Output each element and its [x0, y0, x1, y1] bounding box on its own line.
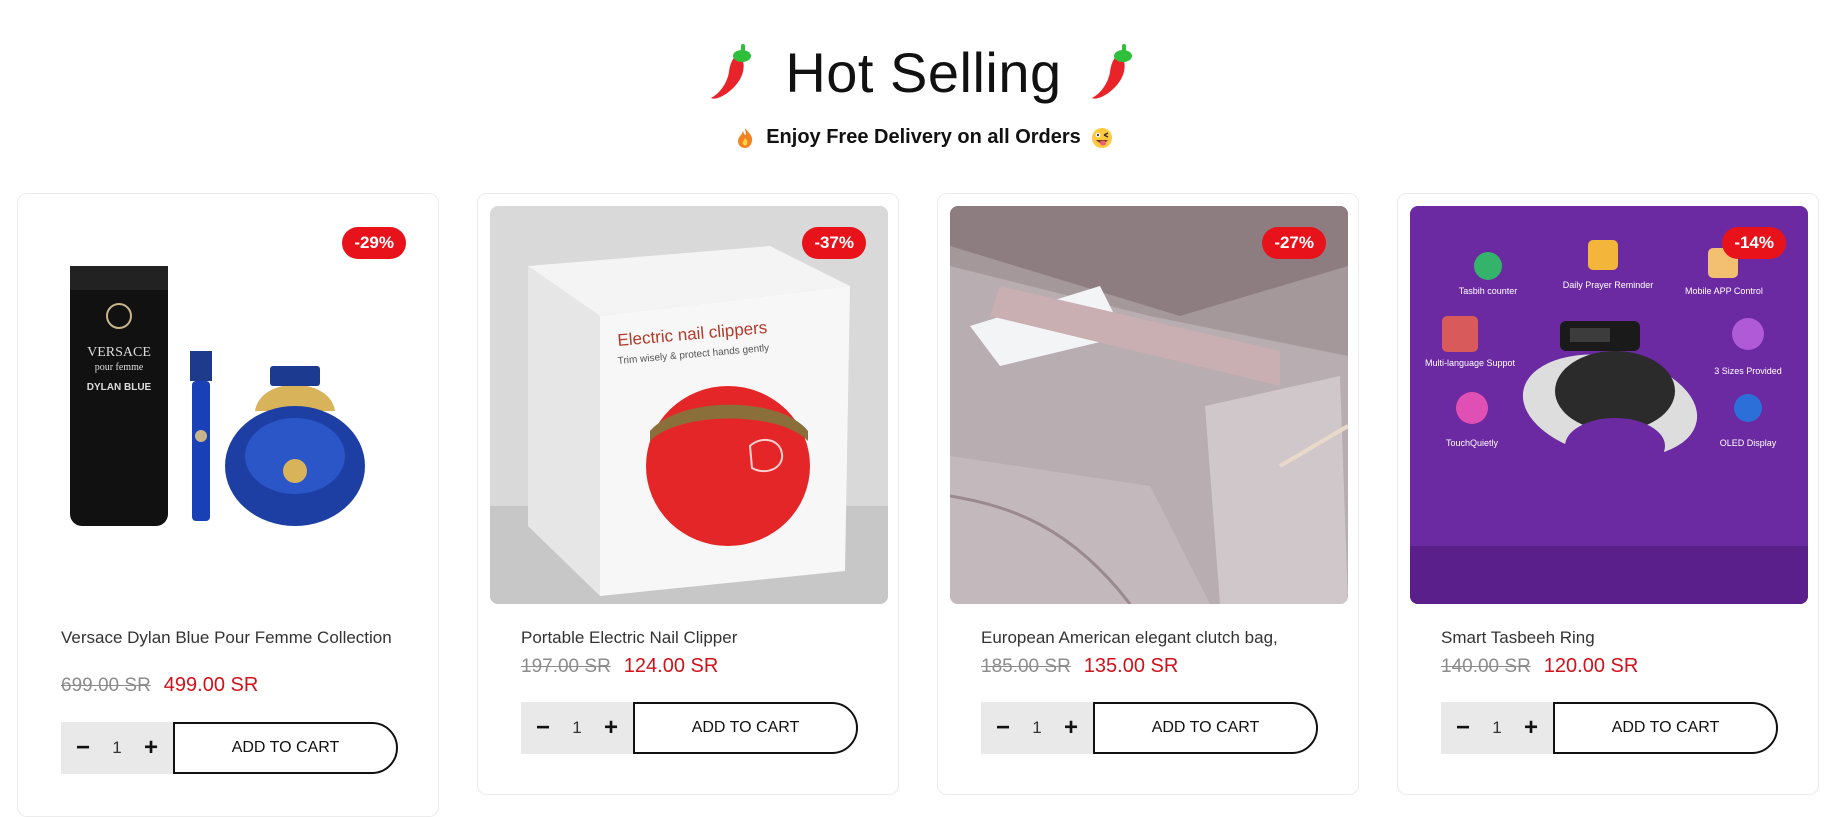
- quantity-stepper: − 1 +: [521, 702, 633, 754]
- product-name[interactable]: Portable Electric Nail Clipper: [521, 627, 861, 648]
- product-image[interactable]: Electric nail clippers Trim wisely & pro…: [490, 206, 888, 604]
- add-to-cart-button[interactable]: ADD TO CART: [173, 722, 398, 774]
- tasbeeh-ring-image: Tasbih counter Daily Prayer Reminder Mob…: [1410, 206, 1808, 604]
- price-row: 140.00 SR 120.00 SR: [1441, 655, 1638, 678]
- plus-icon[interactable]: +: [1059, 714, 1083, 742]
- quantity-value[interactable]: 1: [1492, 718, 1501, 738]
- feature-text: Multi-language Suppot: [1425, 358, 1516, 368]
- add-to-cart-button[interactable]: ADD TO CART: [633, 702, 858, 754]
- product-card[interactable]: Tasbih counter Daily Prayer Reminder Mob…: [1397, 193, 1819, 795]
- feature-text: Daily Prayer Reminder: [1563, 280, 1654, 290]
- title-row: Hot Selling: [0, 40, 1847, 105]
- minus-icon[interactable]: −: [71, 734, 95, 762]
- product-card[interactable]: Electric nail clippers Trim wisely & pro…: [477, 193, 899, 795]
- quantity-value[interactable]: 1: [1032, 718, 1041, 738]
- nail-clipper-image: Electric nail clippers Trim wisely & pro…: [490, 206, 888, 604]
- minus-icon[interactable]: −: [1451, 714, 1475, 742]
- page-title: Hot Selling: [785, 41, 1062, 104]
- old-price: 185.00 SR: [981, 656, 1071, 677]
- discount-badge: -29%: [342, 227, 406, 259]
- brand-subtext: pour femme: [95, 362, 144, 373]
- section-header: Hot Selling Enjoy Free Delivery on all O…: [0, 0, 1847, 185]
- discount-badge: -27%: [1262, 227, 1326, 259]
- tongue-emoji-icon: [1091, 127, 1112, 148]
- product-image[interactable]: [950, 206, 1348, 604]
- quantity-stepper: − 1 +: [1441, 702, 1553, 754]
- old-price: 699.00 SR: [61, 675, 151, 696]
- feature-text: Mobile APP Control: [1685, 286, 1763, 296]
- chili-pepper-icon: [711, 43, 752, 99]
- chili-pepper-icon: [1091, 43, 1132, 99]
- sale-price: 124.00 SR: [623, 655, 719, 677]
- plus-icon[interactable]: +: [599, 714, 623, 742]
- sale-price: 499.00 SR: [163, 674, 259, 696]
- flame-icon: [738, 127, 753, 148]
- feature-text: 3 Sizes Provided: [1714, 366, 1782, 376]
- discount-badge: -37%: [802, 227, 866, 259]
- perfume-set-image: VERSACE pour femme DYLAN BLUE: [30, 206, 428, 604]
- price-row: 185.00 SR 135.00 SR: [981, 655, 1178, 678]
- old-price: 197.00 SR: [521, 656, 611, 677]
- sale-price: 135.00 SR: [1083, 655, 1179, 677]
- quantity-stepper: − 1 +: [981, 702, 1093, 754]
- quantity-stepper: − 1 +: [61, 722, 173, 774]
- clutch-bag-image: [950, 206, 1348, 604]
- minus-icon[interactable]: −: [991, 714, 1015, 742]
- product-card[interactable]: VERSACE pour femme DYLAN BLUE -29% Versa…: [17, 193, 439, 817]
- product-line-text: DYLAN BLUE: [87, 382, 152, 393]
- product-image[interactable]: VERSACE pour femme DYLAN BLUE: [30, 206, 428, 604]
- discount-badge: -14%: [1722, 227, 1786, 259]
- product-name[interactable]: Smart Tasbeeh Ring: [1441, 627, 1781, 648]
- product-name[interactable]: Versace Dylan Blue Pour Femme Collection: [61, 627, 401, 648]
- quantity-value[interactable]: 1: [572, 718, 581, 738]
- quantity-value[interactable]: 1: [112, 738, 121, 758]
- price-row: 197.00 SR 124.00 SR: [521, 655, 718, 678]
- plus-icon[interactable]: +: [139, 734, 163, 762]
- brand-text: VERSACE: [87, 345, 151, 360]
- price-row: 699.00 SR 499.00 SR: [61, 674, 258, 697]
- add-to-cart-button[interactable]: ADD TO CART: [1093, 702, 1318, 754]
- product-card[interactable]: -27% European American elegant clutch ba…: [937, 193, 1359, 795]
- add-to-cart-button[interactable]: ADD TO CART: [1553, 702, 1778, 754]
- sale-price: 120.00 SR: [1543, 655, 1639, 677]
- plus-icon[interactable]: +: [1519, 714, 1543, 742]
- old-price: 140.00 SR: [1441, 656, 1531, 677]
- minus-icon[interactable]: −: [531, 714, 555, 742]
- feature-text: Tasbih counter: [1459, 286, 1518, 296]
- feature-text: TouchQuietly: [1446, 438, 1499, 448]
- subtitle-text: Enjoy Free Delivery on all Orders: [766, 126, 1081, 148]
- product-grid: VERSACE pour femme DYLAN BLUE -29% Versa…: [17, 193, 1819, 817]
- feature-text: OLED Display: [1720, 438, 1777, 448]
- product-name[interactable]: European American elegant clutch bag,: [981, 627, 1321, 648]
- subtitle-row: Enjoy Free Delivery on all Orders: [0, 126, 1847, 149]
- product-image[interactable]: Tasbih counter Daily Prayer Reminder Mob…: [1410, 206, 1808, 604]
